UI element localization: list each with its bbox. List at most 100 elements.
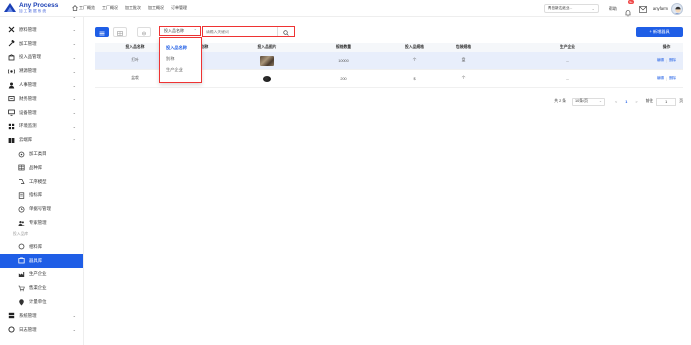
sidebar-item-indicator[interactable]: 指标库 bbox=[0, 189, 83, 203]
sidebar-item-unit[interactable]: 计量单位 bbox=[0, 295, 83, 309]
notification-bell[interactable]: 9+ bbox=[624, 0, 635, 17]
view-toolbar bbox=[95, 26, 155, 38]
chevron-down-icon: ⌄ bbox=[599, 98, 603, 103]
cell-spec: $ bbox=[413, 76, 416, 81]
grid-icon bbox=[117, 23, 123, 41]
people-icon bbox=[18, 220, 25, 227]
filter-button[interactable] bbox=[137, 27, 151, 37]
column-header: 生产企业 bbox=[559, 45, 576, 49]
nav-process-batch[interactable]: 加工批次 bbox=[125, 5, 141, 11]
sidebar-item-device[interactable]: 设备管理 ⌄ bbox=[0, 106, 83, 120]
cell-spec: 个 bbox=[412, 58, 417, 62]
mail-icon[interactable] bbox=[639, 0, 647, 18]
sidebar-item-system[interactable]: 系统管理 ⌄ bbox=[0, 309, 83, 323]
sidebar-item-hr[interactable]: 人事管理 ⌄ bbox=[0, 78, 83, 92]
search-button[interactable] bbox=[277, 27, 294, 36]
product-image[interactable] bbox=[263, 75, 271, 82]
chevron-down-icon: ⌄ bbox=[73, 17, 76, 19]
sidebar-item-environment[interactable]: 环境监测 ⌄ bbox=[0, 120, 83, 134]
dropdown-option[interactable]: 投入品名称 bbox=[160, 42, 201, 53]
factory-icon bbox=[18, 271, 25, 278]
search-field-select[interactable]: 投入品名称 ⌃ bbox=[159, 26, 201, 36]
sidebar-item-variety[interactable]: 品种库 bbox=[0, 161, 83, 175]
chevron-down-icon: ⌄ bbox=[72, 327, 76, 333]
cell-actions: 编辑 | 删除 bbox=[650, 76, 683, 81]
sidebar-item-label: 售渠企业 bbox=[29, 285, 47, 291]
nav-process-overview[interactable]: 加工概况 bbox=[148, 5, 164, 11]
page-size-select[interactable]: 10条/页 ⌄ bbox=[572, 97, 606, 106]
page-size-value: 10条/页 bbox=[575, 99, 588, 103]
sidebar-item-input[interactable]: 投入品管理 ⌄ bbox=[0, 51, 83, 65]
separator: | bbox=[666, 58, 667, 63]
sidebar-item-material[interactable]: 原料管理 ⌄ bbox=[0, 23, 83, 37]
user-name[interactable]: anyfarm bbox=[653, 6, 668, 11]
sidebar-item-manufacturer[interactable]: 生产企业 bbox=[0, 268, 83, 282]
sidebar-item-tool-library[interactable]: 器具库 bbox=[0, 253, 83, 268]
avatar[interactable] bbox=[671, 2, 683, 15]
cell-actions: 编辑 | 删除 bbox=[650, 58, 683, 63]
list-icon bbox=[99, 23, 105, 41]
pagination: 共 2 条 10条/页 ⌄ < 1 > 前往 1 页 bbox=[554, 97, 683, 106]
goto-page-input[interactable]: 1 bbox=[656, 97, 677, 106]
search-input[interactable] bbox=[203, 29, 277, 34]
sidebar-item-label: 加工管理 bbox=[19, 40, 37, 46]
notification-badge: 9+ bbox=[627, 0, 635, 4]
sidebar-item-process[interactable]: 加工管理 ⌄ bbox=[0, 37, 83, 51]
nav-factory-overview[interactable]: 工厂概览 bbox=[72, 4, 95, 12]
dropdown-option[interactable]: 生产企业 bbox=[160, 64, 201, 75]
sidebar-item-sales-channel[interactable]: 售渠企业 bbox=[0, 281, 83, 295]
sidebar-item-label: 单据号管理 bbox=[29, 206, 51, 212]
product-image[interactable] bbox=[260, 55, 274, 66]
list-view-button[interactable] bbox=[95, 27, 109, 37]
sidebar-item-material-library[interactable]: 相料库 bbox=[0, 240, 83, 254]
edit-link[interactable]: 编辑 bbox=[657, 76, 664, 81]
dropdown-option[interactable]: 别称 bbox=[160, 53, 201, 64]
trace-icon bbox=[8, 68, 15, 75]
home-icon bbox=[72, 4, 78, 12]
cell-pack: 盘 bbox=[461, 58, 466, 62]
cell-image[interactable] bbox=[234, 55, 300, 66]
add-tool-button[interactable]: + 新增器具 bbox=[636, 27, 683, 37]
page-number[interactable]: 1 bbox=[625, 100, 627, 104]
nav-order-management[interactable]: 订单管理 bbox=[171, 5, 187, 11]
column-header: 投入品规格 bbox=[405, 45, 424, 49]
cell-image[interactable] bbox=[234, 75, 300, 82]
next-page-button[interactable]: > bbox=[635, 100, 637, 104]
factory-select[interactable]: 青岛新达纸业... ⌄ bbox=[543, 4, 599, 13]
sidebar-item-finance[interactable]: 财务管理 ⌄ bbox=[0, 92, 83, 106]
chevron-down-icon: ⌄ bbox=[72, 82, 76, 88]
sidebar-item-process-category[interactable]: 加工类目 bbox=[0, 147, 83, 161]
sidebar-item-process-model[interactable]: 工序模型 bbox=[0, 175, 83, 189]
nav-label: 工厂概览 bbox=[79, 5, 95, 10]
column-header: 投入品图片 bbox=[257, 45, 277, 49]
delete-link[interactable]: 删除 bbox=[669, 76, 676, 81]
delete-link[interactable]: 删除 bbox=[669, 58, 676, 63]
log-icon bbox=[8, 326, 15, 333]
column-header: 规格数量 bbox=[335, 45, 352, 49]
pin-icon bbox=[18, 298, 25, 306]
nav-factory-status[interactable]: 工厂概况 bbox=[102, 5, 118, 11]
chevron-down-icon: ⌄ bbox=[72, 54, 76, 60]
grid-view-button[interactable] bbox=[113, 27, 127, 37]
sidebar-item-log[interactable]: 日志管理 ⌄ bbox=[0, 323, 83, 337]
chevron-down-icon: ⌄ bbox=[72, 27, 76, 33]
logo-icon bbox=[3, 2, 17, 14]
cell-qty: 200 bbox=[340, 76, 347, 81]
category-icon bbox=[18, 151, 25, 158]
edit-link[interactable]: 编辑 bbox=[657, 58, 664, 63]
sidebar-item-trace[interactable]: 溯源管理 ⌄ bbox=[0, 64, 83, 78]
sidebar-item-label: 生产企业 bbox=[29, 271, 47, 277]
sidebar-item-label: 溯源管理 bbox=[19, 68, 37, 74]
flow-icon bbox=[18, 178, 25, 185]
sidebar-item-cloud-library[interactable]: 云端库 ⌃ bbox=[0, 133, 83, 147]
search-icon bbox=[283, 23, 289, 41]
help-link[interactable]: 帮助 bbox=[609, 6, 617, 12]
cart-icon bbox=[18, 285, 25, 292]
doc-icon bbox=[18, 192, 25, 199]
monitor-icon bbox=[8, 109, 15, 116]
separator: | bbox=[666, 76, 667, 81]
sidebar-item-doc-number[interactable]: 单据号管理 bbox=[0, 202, 83, 216]
sidebar-item-expert[interactable]: 专家管理 bbox=[0, 216, 83, 230]
chevron-down-icon: ⌄ bbox=[72, 110, 76, 116]
prev-page-button[interactable]: < bbox=[615, 100, 617, 104]
